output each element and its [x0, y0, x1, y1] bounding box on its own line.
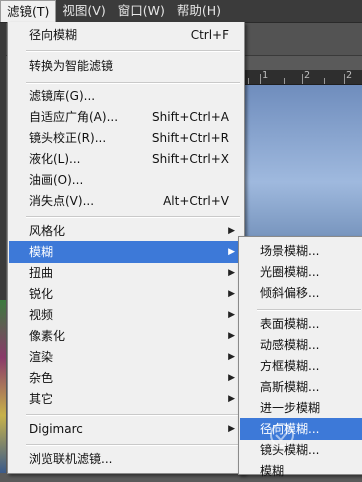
menu-item-label: 渲染 — [29, 350, 54, 364]
menu-item-oil-paint[interactable]: 油画(O)... — [9, 169, 243, 191]
menu-item-video[interactable]: 视频 ▶ — [9, 304, 243, 326]
submenu-item-gaussian-blur[interactable]: 高斯模糊... — [240, 376, 362, 398]
submenu-arrow-icon: ▶ — [228, 424, 235, 434]
menu-item-label: 滤镜库(G)... — [29, 89, 96, 103]
menu-item-label: 像素化 — [29, 329, 66, 343]
submenu-arrow-icon: ▶ — [228, 394, 235, 404]
menu-item-label: 消失点(V)... — [29, 194, 95, 208]
horizontal-ruler: 1 2 2 — [240, 70, 362, 85]
menu-separator — [26, 50, 240, 52]
submenu-item-iris-blur[interactable]: 光圈模糊... — [240, 261, 362, 283]
menu-item-pixelate[interactable]: 像素化 ▶ — [9, 325, 243, 347]
menu-item-distort[interactable]: 扭曲 ▶ — [9, 262, 243, 284]
menu-item-shortcut: Ctrl+F — [190, 28, 229, 42]
menu-item-last-filter[interactable]: 径向模糊 Ctrl+F — [9, 24, 243, 46]
submenu-item-label: 场景模糊... — [260, 244, 320, 258]
menu-item-blur[interactable]: 模糊 ▶ — [9, 241, 243, 263]
menu-item-digimarc[interactable]: Digimarc ▶ — [9, 418, 243, 440]
menu-help[interactable]: 帮助(H) — [171, 0, 227, 22]
submenu-arrow-icon: ▶ — [228, 268, 235, 278]
menu-item-shortcut: Shift+Ctrl+X — [152, 152, 229, 166]
blur-submenu: 场景模糊... 光圈模糊... 倾斜偏移... 表面模糊... 动感模糊... … — [238, 236, 362, 478]
menu-item-filter-gallery[interactable]: 滤镜库(G)... — [9, 85, 243, 107]
submenu-item-label: 光圈模糊... — [260, 265, 320, 279]
submenu-item-field-blur[interactable]: 场景模糊... — [240, 240, 362, 262]
menu-item-label: 液化(L)... — [29, 152, 81, 166]
submenu-arrow-icon: ▶ — [228, 247, 235, 257]
menu-item-label: 模糊 — [29, 245, 54, 259]
submenu-item-motion-blur[interactable]: 动感模糊... — [240, 334, 362, 356]
submenu-arrow-icon: ▶ — [228, 226, 235, 236]
menu-bar: 滤镜(T) 视图(V) 窗口(W) 帮助(H) — [0, 0, 362, 23]
submenu-arrow-icon: ▶ — [228, 373, 235, 383]
submenu-item-blur-more[interactable]: 进一步模糊 — [240, 397, 362, 419]
menu-item-shortcut: Alt+Ctrl+V — [163, 194, 229, 208]
ruler-label: 2 — [346, 70, 353, 81]
ruler-label: 1 — [262, 70, 269, 81]
submenu-item-label: 倾斜偏移... — [260, 286, 320, 300]
submenu-item-blur[interactable]: 模糊 — [240, 460, 362, 482]
menu-item-browse-online-filters[interactable]: 浏览联机滤镜... — [9, 448, 243, 470]
menu-item-label: 转换为智能滤镜 — [29, 59, 114, 73]
submenu-arrow-icon: ▶ — [228, 289, 235, 299]
menu-item-lens-correction[interactable]: 镜头校正(R)... Shift+Ctrl+R — [9, 127, 243, 149]
menu-item-label: 自适应广角(A)... — [29, 110, 119, 124]
submenu-item-label: 高斯模糊... — [260, 380, 320, 394]
menu-item-label: 径向模糊 — [29, 28, 78, 42]
submenu-item-label: 径向模糊... — [260, 422, 320, 436]
menu-item-label: 风格化 — [29, 224, 66, 238]
menu-item-liquify[interactable]: 液化(L)... Shift+Ctrl+X — [9, 148, 243, 170]
ruler-label: 2 — [304, 70, 311, 81]
submenu-item-box-blur[interactable]: 方框模糊... — [240, 355, 362, 377]
menu-separator — [26, 82, 240, 84]
menu-separator — [26, 414, 240, 416]
submenu-item-label: 镜头模糊... — [260, 443, 320, 457]
menu-item-label: 油画(O)... — [29, 173, 84, 187]
menu-item-label: 其它 — [29, 392, 54, 406]
submenu-item-label: 表面模糊... — [260, 317, 320, 331]
submenu-arrow-icon: ▶ — [228, 310, 235, 320]
menu-item-shortcut: Shift+Ctrl+R — [151, 131, 229, 145]
canvas-edge-image — [0, 300, 6, 473]
submenu-item-surface-blur[interactable]: 表面模糊... — [240, 313, 362, 335]
menu-view[interactable]: 视图(V) — [56, 0, 111, 22]
menu-separator — [26, 216, 240, 218]
menu-item-other[interactable]: 其它 ▶ — [9, 388, 243, 410]
submenu-arrow-icon: ▶ — [228, 352, 235, 362]
menu-item-render[interactable]: 渲染 ▶ — [9, 346, 243, 368]
submenu-item-label: 方框模糊... — [260, 359, 320, 373]
menu-item-sharpen[interactable]: 锐化 ▶ — [9, 283, 243, 305]
submenu-arrow-icon: ▶ — [228, 331, 235, 341]
menu-item-label: 锐化 — [29, 287, 54, 301]
menu-item-label: 扭曲 — [29, 266, 54, 280]
menu-item-adaptive-wide-angle[interactable]: 自适应广角(A)... Shift+Ctrl+A — [9, 106, 243, 128]
menu-item-convert-smart-filter[interactable]: 转换为智能滤镜 — [9, 55, 243, 77]
menu-separator — [26, 444, 240, 446]
submenu-item-label: 模糊 — [260, 464, 285, 478]
menu-item-label: 镜头校正(R)... — [29, 131, 107, 145]
menu-window[interactable]: 窗口(W) — [112, 0, 171, 22]
submenu-item-lens-blur[interactable]: 镜头模糊... — [240, 439, 362, 461]
submenu-item-label: 动感模糊... — [260, 338, 320, 352]
menu-item-label: 杂色 — [29, 371, 54, 385]
menu-item-label: 视频 — [29, 308, 54, 322]
filter-menu: 径向模糊 Ctrl+F 转换为智能滤镜 滤镜库(G)... 自适应广角(A)..… — [7, 22, 245, 474]
menu-item-stylize[interactable]: 风格化 ▶ — [9, 220, 243, 242]
menu-item-shortcut: Shift+Ctrl+A — [152, 110, 229, 124]
menu-item-label: 浏览联机滤镜... — [29, 452, 113, 466]
submenu-item-tilt-shift[interactable]: 倾斜偏移... — [240, 282, 362, 304]
menu-item-vanishing-point[interactable]: 消失点(V)... Alt+Ctrl+V — [9, 190, 243, 212]
submenu-item-radial-blur[interactable]: 径向模糊... — [240, 418, 362, 440]
submenu-item-label: 进一步模糊 — [260, 401, 321, 415]
menu-filter[interactable]: 滤镜(T) — [0, 0, 57, 22]
menu-item-noise[interactable]: 杂色 ▶ — [9, 367, 243, 389]
menu-separator — [257, 309, 361, 311]
menu-item-label: Digimarc — [29, 422, 83, 436]
